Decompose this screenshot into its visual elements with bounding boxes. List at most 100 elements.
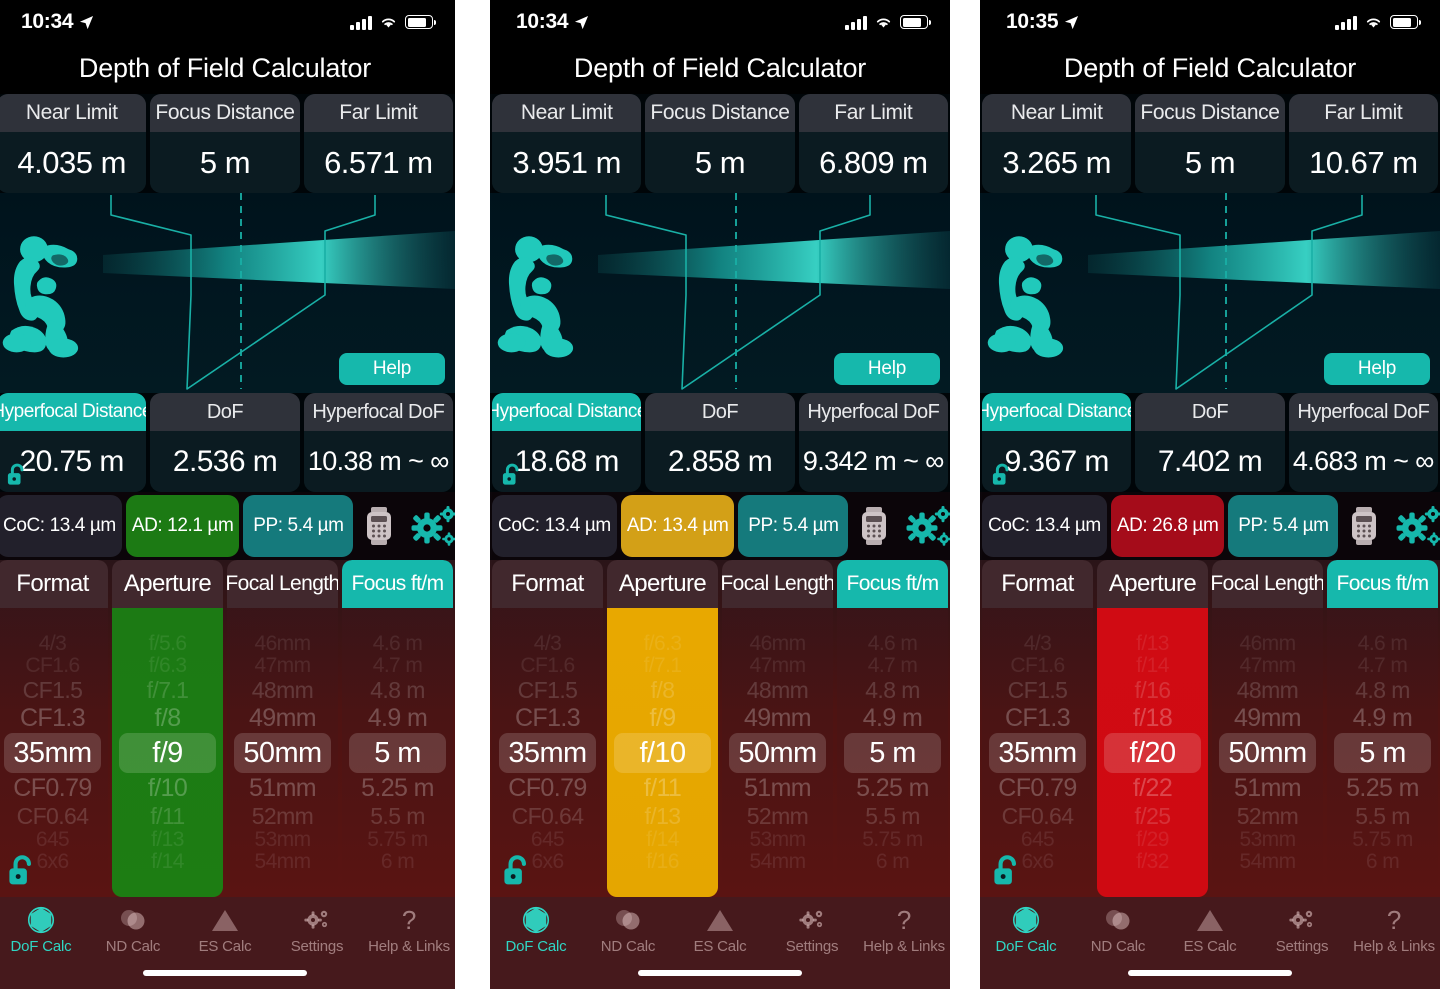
picker-option[interactable]: 5.5 m (342, 803, 453, 829)
picker-selected-value[interactable]: 5 m (348, 732, 447, 773)
picker-header-focal-length[interactable]: Focal Length (1212, 560, 1323, 608)
picker-selected-value[interactable]: 35mm (3, 732, 102, 773)
picker-wheel-focal[interactable]: 46mm 47mm 48mm 49mm 50mm 51mm 52mm 53mm 54mm (227, 632, 338, 873)
picker-wheel-focus[interactable]: 4.6 m 4.7 m 4.8 m 4.9 m5 m 5.25 m 5.5 m 5.75 m… (837, 632, 948, 873)
result-card-0[interactable]: Near Limit 3.951 m (492, 94, 642, 193)
picker-column-focus[interactable]: Focus ft/m 4.6 m 4.7 m 4.8 m 4.9 m5 m 5.25 m5… (837, 560, 948, 897)
picker-option[interactable]: 49mm (1212, 703, 1323, 733)
picker-selected-value[interactable]: 35mm (498, 732, 597, 773)
settings-gears-icon[interactable] (1390, 503, 1440, 549)
result-card-2[interactable]: Far Limit 10.67 m (1288, 94, 1438, 193)
picker-option[interactable]: 49mm (722, 703, 833, 733)
tab-es-calc[interactable]: ES Calc (1164, 905, 1256, 955)
picker-selected-value[interactable]: 50mm (233, 732, 332, 773)
picker-option[interactable]: f/11 (607, 773, 718, 803)
picker-selected-value[interactable]: f/10 (613, 732, 712, 773)
tab-dof-calc[interactable]: DoF Calc (490, 905, 582, 955)
tab-dof-calc[interactable]: DoF Calc (0, 905, 87, 955)
picker-option[interactable]: f/16 (607, 850, 718, 873)
picker-option[interactable]: f/11 (112, 803, 223, 829)
ad-chip[interactable]: AD: 12.1 µm (125, 495, 240, 557)
picker-wheel-format[interactable]: 4/3 CF1.6 CF1.5 CF1.3 35mm CF0.79 CF0.64 645 6x6 (982, 632, 1093, 873)
settings-gears-icon[interactable] (405, 503, 455, 549)
picker-option[interactable]: 47mm (722, 654, 833, 677)
picker-option[interactable]: 6 m (342, 850, 453, 873)
picker-wheel-format[interactable]: 4/3 CF1.6 CF1.5 CF1.3 35mm CF0.79 CF0.64 645 6x6 (0, 632, 108, 873)
picker-selected-value[interactable]: 50mm (1218, 732, 1317, 773)
picker-option[interactable]: f/16 (1097, 677, 1208, 703)
picker-option[interactable]: 48mm (227, 677, 338, 703)
picker-option[interactable]: 51mm (722, 773, 833, 803)
unlock-icon[interactable] (5, 853, 39, 889)
settings-gears-icon[interactable] (900, 503, 950, 549)
picker-option[interactable]: f/8 (607, 677, 718, 703)
result-card2-2[interactable]: Hyperfocal DoF 4.683 m ~ ∞ (1288, 393, 1438, 492)
picker-option[interactable]: 53mm (1212, 828, 1323, 851)
picker-option[interactable]: 5.5 m (1327, 803, 1438, 829)
picker-body-focus[interactable]: 4.6 m 4.7 m 4.8 m 4.9 m5 m 5.25 m 5.5 m 5.75 m… (1327, 608, 1438, 897)
picker-option[interactable]: CF1.6 (982, 654, 1093, 677)
picker-body-focal-length[interactable]: 46mm 47mm 48mm 49mm 50mm 51mm 52mm 53mm 54mm (1212, 608, 1323, 897)
picker-header-aperture[interactable]: Aperture (607, 560, 718, 608)
result-card-2[interactable]: Far Limit 6.809 m (798, 94, 948, 193)
picker-option[interactable]: f/10 (112, 773, 223, 803)
picker-column-aperture[interactable]: Aperture f/5.6 f/6.3 f/7.1 f/8 f/9 f/10 f/11 f/1… (112, 560, 223, 897)
watch-icon[interactable] (852, 506, 896, 546)
picker-header-format[interactable]: Format (0, 560, 108, 608)
picker-option[interactable]: 54mm (722, 850, 833, 873)
picker-option[interactable]: CF0.79 (0, 773, 108, 803)
picker-option[interactable]: 5.25 m (342, 773, 453, 803)
pp-chip[interactable]: PP: 5.4 µm (738, 495, 849, 557)
picker-column-focus[interactable]: Focus ft/m 4.6 m 4.7 m 4.8 m 4.9 m5 m 5.25 m5… (342, 560, 453, 897)
picker-option[interactable]: 49mm (227, 703, 338, 733)
picker-option[interactable]: f/13 (112, 828, 223, 851)
picker-option[interactable]: f/13 (607, 803, 718, 829)
picker-option[interactable]: 6 m (1327, 850, 1438, 873)
picker-option[interactable]: f/22 (1097, 773, 1208, 803)
picker-option[interactable]: 53mm (227, 828, 338, 851)
picker-option[interactable]: 645 (492, 828, 603, 851)
picker-option[interactable]: 5.25 m (837, 773, 948, 803)
picker-body-format[interactable]: 4/3 CF1.6 CF1.5 CF1.3 35mm CF0.79 CF0.64 645 6x6 (982, 608, 1093, 897)
picker-option[interactable]: f/9 (607, 703, 718, 733)
tab-help-links[interactable]: ? Help & Links (858, 905, 950, 955)
picker-column-aperture[interactable]: Aperture f/6.3 f/7.1 f/8 f/9 f/10 f/11 f/13 f/14… (607, 560, 718, 897)
picker-header-focal-length[interactable]: Focal Length (227, 560, 338, 608)
picker-column-format[interactable]: Format 4/3 CF1.6 CF1.5 CF1.3 35mm CF0.79 CF0.64… (982, 560, 1093, 897)
tab-es-calc[interactable]: ES Calc (674, 905, 766, 955)
result-card2-0[interactable]: Hyperfocal Distance 18.68 m (492, 393, 642, 492)
picker-body-aperture[interactable]: f/5.6 f/6.3 f/7.1 f/8 f/9 f/10 f/11 f/13 f/14 (112, 608, 223, 897)
picker-option[interactable]: 4.9 m (837, 703, 948, 733)
picker-option[interactable]: CF0.64 (982, 803, 1093, 829)
pp-chip[interactable]: PP: 5.4 µm (1228, 495, 1339, 557)
picker-option[interactable]: f/25 (1097, 803, 1208, 829)
picker-option[interactable]: 5.75 m (837, 828, 948, 851)
picker-wheel-aperture[interactable]: f/13 f/14 f/16 f/18 f/20 f/22 f/25 f/29 f/32 (1097, 632, 1208, 873)
picker-option[interactable]: CF1.6 (0, 654, 108, 677)
tab-settings[interactable]: Settings (766, 905, 858, 955)
coc-chip[interactable]: CoC: 13.4 µm (0, 495, 122, 557)
picker-selected-value[interactable]: 5 m (843, 732, 942, 773)
picker-option[interactable]: 4.8 m (1327, 677, 1438, 703)
picker-column-focal-length[interactable]: Focal Length 46mm 47mm 48mm 49mm 50mm 51mm 52mm… (227, 560, 338, 897)
unlock-icon[interactable] (989, 462, 1015, 488)
picker-column-aperture[interactable]: Aperture f/13 f/14 f/16 f/18 f/20 f/22 f/25 f/29… (1097, 560, 1208, 897)
picker-selected-value[interactable]: 50mm (728, 732, 827, 773)
tab-dof-calc[interactable]: DoF Calc (980, 905, 1072, 955)
picker-option[interactable]: CF0.79 (982, 773, 1093, 803)
picker-option[interactable]: 5.5 m (837, 803, 948, 829)
unlock-icon[interactable] (990, 853, 1024, 889)
picker-option[interactable]: 51mm (227, 773, 338, 803)
picker-option[interactable]: 4.7 m (837, 654, 948, 677)
result-card-0[interactable]: Near Limit 4.035 m (0, 94, 147, 193)
watch-icon[interactable] (357, 506, 401, 546)
picker-body-focal-length[interactable]: 46mm 47mm 48mm 49mm 50mm 51mm 52mm 53mm 54mm (227, 608, 338, 897)
picker-body-aperture[interactable]: f/13 f/14 f/16 f/18 f/20 f/22 f/25 f/29 f/32 (1097, 608, 1208, 897)
picker-selected-value[interactable]: f/9 (118, 732, 217, 773)
picker-option[interactable]: 46mm (722, 632, 833, 655)
picker-option[interactable]: CF1.3 (0, 703, 108, 733)
pp-chip[interactable]: PP: 5.4 µm (243, 495, 354, 557)
picker-option[interactable]: 54mm (1212, 850, 1323, 873)
picker-option[interactable]: CF1.3 (982, 703, 1093, 733)
picker-option[interactable]: 4.7 m (1327, 654, 1438, 677)
